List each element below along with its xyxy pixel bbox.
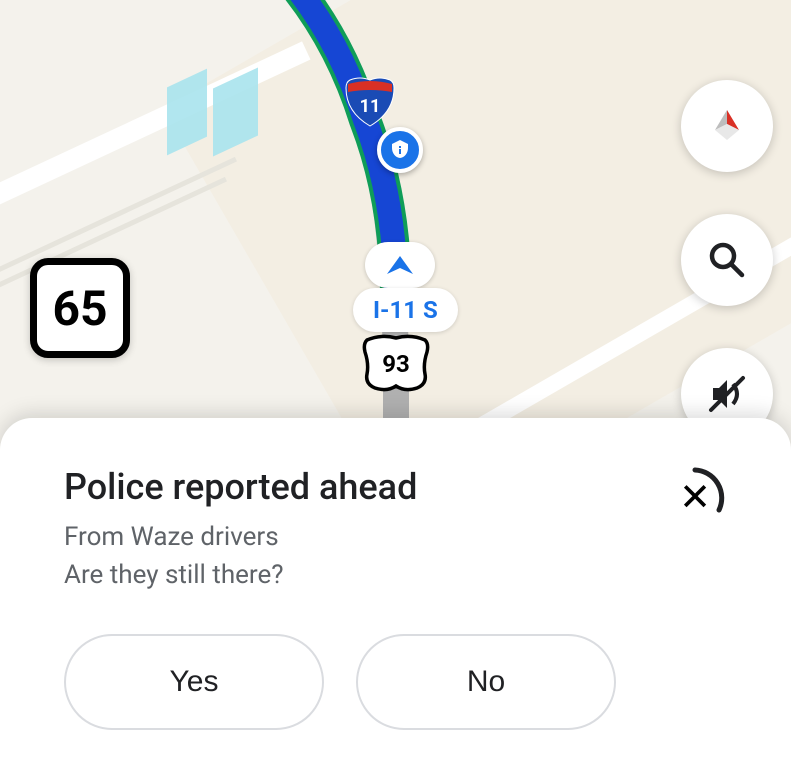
dismiss-button[interactable]: ✕ [663,466,727,530]
compass-icon [701,100,753,152]
us-route-number: 93 [361,350,431,378]
compass-button[interactable] [681,80,773,172]
alert-question: Are they still there? [64,560,417,590]
search-button[interactable] [681,214,773,306]
close-icon: ✕ [679,479,711,517]
direction-arrow-icon [365,242,435,288]
speed-limit-value: 65 [52,280,107,337]
alert-source: From Waze drivers [64,522,417,552]
speed-limit-sign: 65 [30,258,130,358]
police-report-marker-icon[interactable] [377,127,423,173]
no-button[interactable]: No [356,634,616,730]
interstate-number: 11 [342,96,398,117]
alert-bottom-sheet: Police reported ahead From Waze drivers … [0,418,791,772]
mute-icon [703,370,751,418]
search-icon [705,238,749,282]
yes-button[interactable]: Yes [64,634,324,730]
route-label: I-11 S [353,288,458,332]
alert-title: Police reported ahead [64,466,417,508]
